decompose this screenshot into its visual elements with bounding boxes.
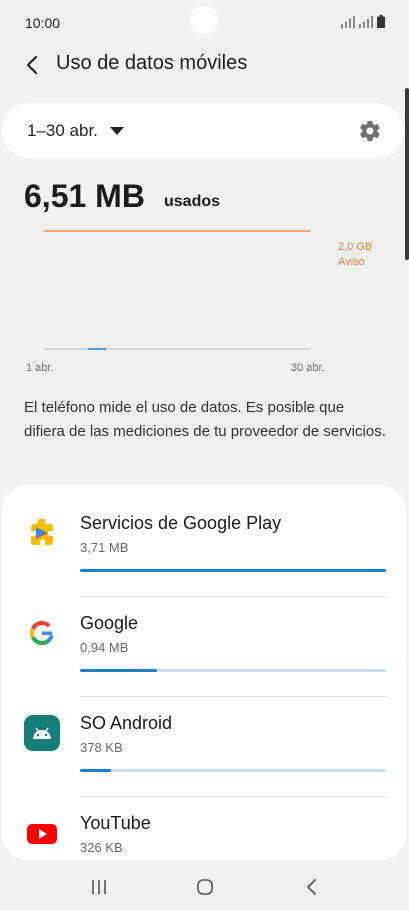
app-name: SO Android: [80, 713, 173, 733]
measurement-disclaimer: El teléfono mide el uso de datos. Es pos…: [24, 399, 386, 440]
navigation-bar: [0, 862, 409, 910]
back-icon[interactable]: [20, 52, 46, 78]
list-item[interactable]: Servicios de Google Play 3,71 MB: [2, 497, 406, 597]
status-time: 10:00: [25, 15, 61, 31]
google-play-services-icon: [31, 519, 53, 545]
list-item[interactable]: YouTube 326 KB: [2, 797, 406, 860]
status-bar: 10:00: [0, 0, 409, 46]
gear-icon[interactable]: [358, 119, 382, 143]
usage-value: 6,51 MB: [24, 178, 145, 214]
battery-icon: [377, 15, 385, 28]
x-tick-end: 30 abr.: [291, 362, 325, 374]
back-nav-icon[interactable]: [299, 874, 325, 900]
signal-icon-2: [359, 15, 373, 28]
usage-bar: [80, 569, 386, 572]
recent-apps-icon[interactable]: [86, 874, 112, 900]
app-name: YouTube: [80, 813, 151, 833]
camera-cutout: [190, 6, 218, 34]
usage-unit: usados: [164, 193, 221, 210]
app-data-size: 378 KB: [80, 740, 123, 755]
warning-value: 2,0 GB: [338, 241, 372, 253]
app-data-size: 0,94 MB: [80, 640, 129, 655]
home-icon[interactable]: [192, 874, 218, 900]
google-icon: [29, 621, 54, 645]
usage-chart: 2,0 GB Aviso 1 abr. 30 abr.: [26, 230, 372, 374]
android-icon: [24, 715, 60, 751]
usage-bar-fill: [80, 669, 157, 672]
app-name: Servicios de Google Play: [80, 513, 282, 533]
app-bar: Uso de datos móviles: [0, 46, 409, 86]
list-item[interactable]: SO Android 378 KB: [2, 697, 406, 797]
usage-bar-fill: [80, 769, 111, 772]
warning-label: Aviso: [338, 256, 365, 268]
period-selector[interactable]: 1–30 abr.: [2, 103, 404, 158]
list-item[interactable]: Google 0,94 MB: [2, 597, 406, 697]
x-tick-start: 1 abr.: [26, 362, 54, 374]
usage-bar: [80, 669, 386, 672]
app-data-size: 326 KB: [80, 840, 123, 855]
page-title: Uso de datos móviles: [56, 52, 248, 74]
usage-bar: [80, 769, 386, 772]
app-name: Google: [80, 613, 139, 633]
dropdown-arrow-icon[interactable]: [110, 127, 124, 136]
app-data-size: 3,71 MB: [80, 540, 129, 555]
app-usage-list: Servicios de Google Play 3,71 MB Google …: [2, 485, 406, 860]
period-label: 1–30 abr.: [27, 121, 98, 140]
youtube-icon: [27, 824, 57, 844]
signal-icon: [341, 15, 355, 28]
usage-bar-fill: [80, 569, 386, 572]
status-icons: [341, 15, 385, 28]
